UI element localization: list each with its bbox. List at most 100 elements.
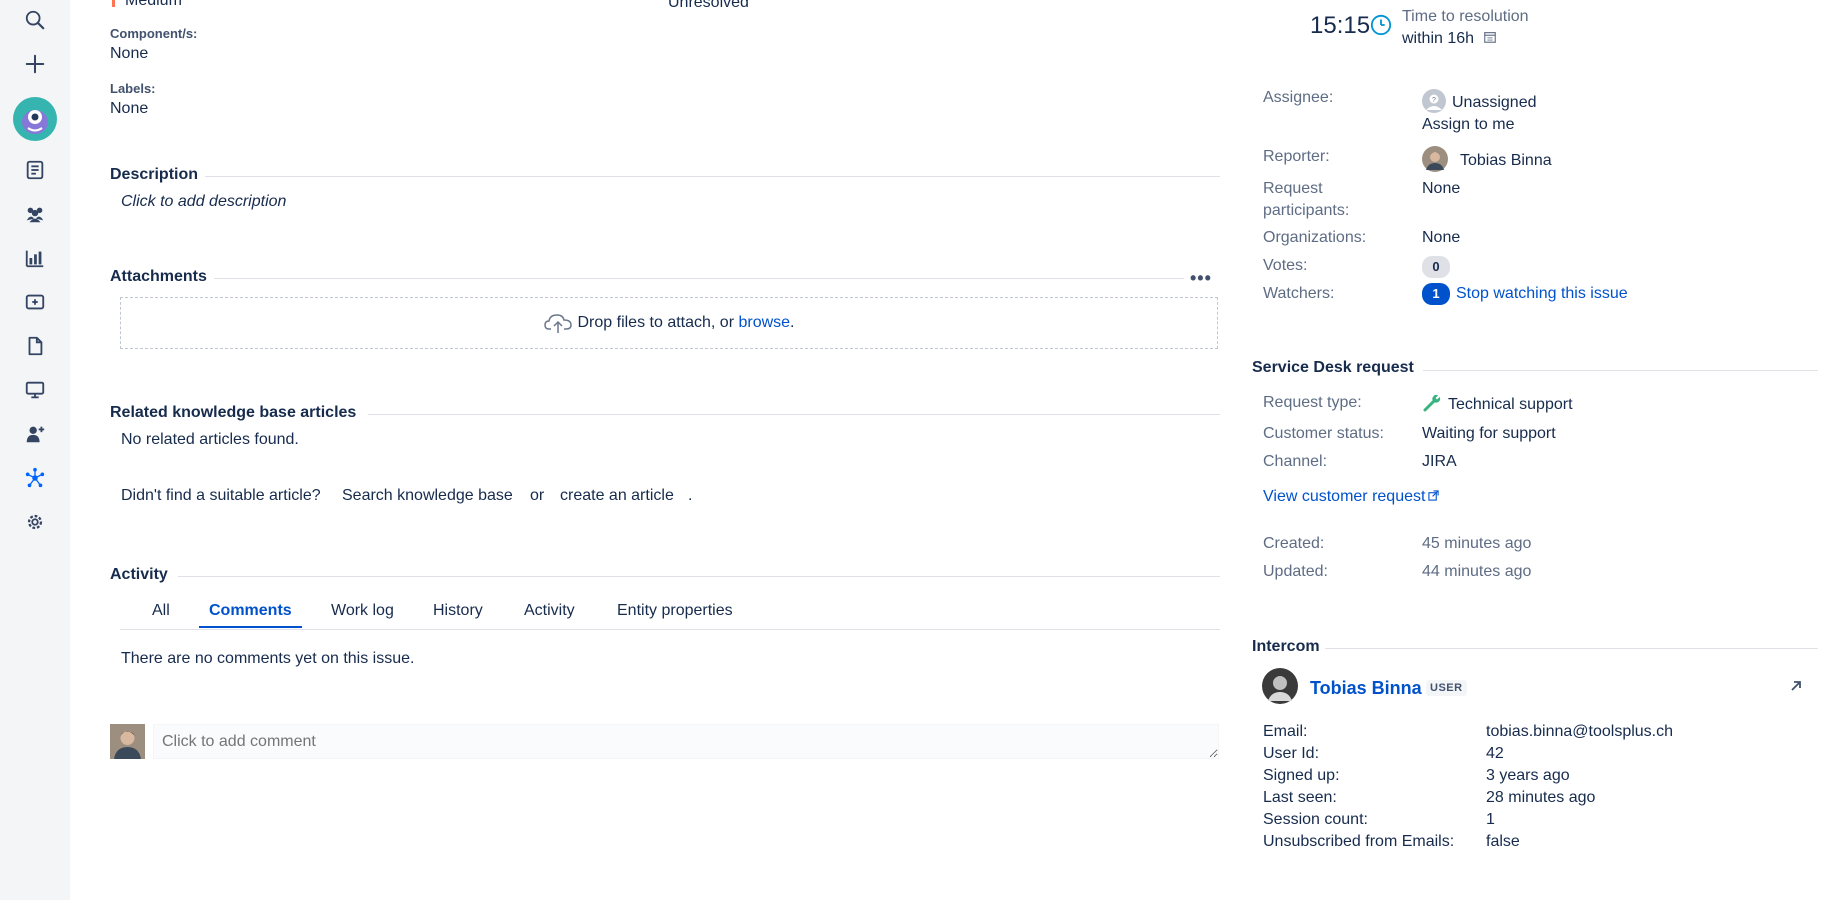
description-divider xyxy=(205,176,1220,177)
tab-entity-properties[interactable]: Entity properties xyxy=(617,602,733,620)
add-item-icon[interactable] xyxy=(20,287,50,317)
wrench-icon xyxy=(1423,394,1441,412)
active-tab-indicator xyxy=(199,626,302,628)
participants-label-line1: Request xyxy=(1263,180,1323,197)
browse-link[interactable]: browse xyxy=(738,314,790,332)
watchers-label: Watchers: xyxy=(1263,285,1335,302)
stop-watching-link[interactable]: Stop watching this issue xyxy=(1456,285,1628,302)
assign-to-me-link[interactable]: Assign to me xyxy=(1422,116,1514,134)
invite-user-icon[interactable] xyxy=(20,419,50,449)
drop-period: . xyxy=(790,314,795,331)
tab-comments[interactable]: Comments xyxy=(209,602,292,620)
user-type-badge: USER xyxy=(1426,680,1467,696)
calendar-icon xyxy=(1483,32,1496,43)
labels-value[interactable]: None xyxy=(110,100,148,118)
intercom-email-value: tobias.binna@toolsplus.ch xyxy=(1486,723,1674,740)
intercom-unsubscribed-value: false xyxy=(1486,833,1520,850)
participants-value[interactable]: None xyxy=(1422,180,1460,198)
request-type-label: Request type: xyxy=(1263,394,1362,411)
sidebar xyxy=(0,0,70,900)
activity-divider xyxy=(178,576,1220,577)
kb-or-text: or xyxy=(530,487,545,504)
kb-title: Related knowledge base articles xyxy=(110,404,357,421)
search-icon[interactable] xyxy=(20,5,50,35)
channel-label: Channel: xyxy=(1263,453,1328,470)
intercom-lastseen-value: 28 minutes ago xyxy=(1486,789,1596,806)
intercom-divider xyxy=(1325,648,1818,649)
sla-within: within 16h xyxy=(1402,30,1497,48)
drop-text: Drop files to attach, or xyxy=(577,314,735,331)
attachments-divider xyxy=(214,278,1184,279)
service-desk-title: Service Desk request xyxy=(1252,359,1414,376)
reporter-name: Tobias Binna xyxy=(1460,152,1552,169)
comment-input[interactable] xyxy=(153,724,1219,759)
attachments-title: Attachments xyxy=(110,268,207,285)
intercom-user-name[interactable]: Tobias Binna xyxy=(1310,678,1422,699)
created-label: Created: xyxy=(1263,535,1325,552)
external-link-icon xyxy=(1428,490,1440,501)
attachment-dropzone[interactable]: Drop files to attach, or browse. xyxy=(120,297,1218,349)
tab-work-log[interactable]: Work log xyxy=(331,602,394,620)
intercom-signedup-label: Signed up: xyxy=(1263,767,1340,784)
customers-icon[interactable] xyxy=(20,199,50,229)
open-in-intercom-icon[interactable] xyxy=(1790,680,1802,692)
kb-period: . xyxy=(688,487,693,504)
reports-icon[interactable] xyxy=(20,243,50,273)
customer-status-label: Customer status: xyxy=(1263,425,1384,442)
updated-value: 44 minutes ago xyxy=(1422,563,1532,580)
network-icon[interactable] xyxy=(20,463,50,493)
queues-icon[interactable] xyxy=(20,155,50,185)
clock-icon xyxy=(1370,14,1392,36)
search-kb-link[interactable]: Search knowledge base xyxy=(342,487,513,505)
sla-time: 15:15 xyxy=(1310,12,1371,39)
project-avatar-icon[interactable] xyxy=(13,97,57,141)
intercom-title: Intercom xyxy=(1252,638,1320,655)
votes-count-badge: 0 xyxy=(1422,256,1450,278)
tab-all[interactable]: All xyxy=(152,602,170,620)
unassigned-avatar-icon: ? xyxy=(1422,89,1446,113)
intercom-unsubscribed-label: Unsubscribed from Emails: xyxy=(1263,833,1455,850)
plus-icon[interactable] xyxy=(20,49,50,79)
settings-icon[interactable] xyxy=(20,507,50,537)
sla-within-text: within 16h xyxy=(1402,30,1475,47)
labels-label: Labels: xyxy=(110,81,156,96)
sla-name: Time to resolution xyxy=(1402,8,1529,25)
description-placeholder[interactable]: Click to add description xyxy=(121,193,286,211)
view-customer-request-text: View customer request xyxy=(1263,488,1426,505)
intercom-email-label: Email: xyxy=(1263,723,1308,740)
tab-activity[interactable]: Activity xyxy=(524,602,575,620)
votes-label: Votes: xyxy=(1263,257,1308,274)
assignee-value[interactable]: ? Unassigned xyxy=(1422,89,1537,113)
reporter-value[interactable]: Tobias Binna xyxy=(1422,146,1552,172)
create-article-link[interactable]: create an article xyxy=(560,487,674,505)
intercom-session-value: 1 xyxy=(1486,811,1495,828)
priority-value: Medium xyxy=(125,0,182,9)
votes-value[interactable]: 0 xyxy=(1422,256,1450,278)
svg-text:?: ? xyxy=(1432,97,1436,104)
organizations-label: Organizations: xyxy=(1263,229,1367,246)
page-icon[interactable] xyxy=(20,331,50,361)
intercom-userid-value: 42 xyxy=(1486,745,1504,762)
priority-field: Medium xyxy=(112,0,182,10)
intercom-signedup-value: 3 years ago xyxy=(1486,767,1570,784)
kb-prompt: Didn't find a suitable article? xyxy=(121,487,321,504)
watchers-value: 1 Stop watching this issue xyxy=(1422,283,1628,305)
components-label: Component/s: xyxy=(110,26,198,41)
channel-value: JIRA xyxy=(1422,453,1457,470)
assignee-name: Unassigned xyxy=(1452,94,1537,111)
components-value[interactable]: None xyxy=(110,45,148,63)
priority-medium-icon xyxy=(112,0,115,7)
view-customer-request-link[interactable]: View customer request xyxy=(1263,488,1440,506)
created-value: 45 minutes ago xyxy=(1422,535,1532,552)
watchers-count-badge[interactable]: 1 xyxy=(1422,283,1450,305)
monitor-icon[interactable] xyxy=(20,375,50,405)
more-actions-icon[interactable]: ••• xyxy=(1190,268,1212,288)
intercom-session-label: Session count: xyxy=(1263,811,1368,828)
no-comments-text: There are no comments yet on this issue. xyxy=(121,650,415,667)
tab-history[interactable]: History xyxy=(433,602,483,620)
organizations-value[interactable]: None xyxy=(1422,229,1460,247)
resolution-value: Unresolved xyxy=(668,0,749,11)
request-type-value[interactable]: Technical support xyxy=(1422,393,1573,414)
current-user-avatar xyxy=(110,724,145,759)
reporter-avatar xyxy=(1422,146,1448,172)
